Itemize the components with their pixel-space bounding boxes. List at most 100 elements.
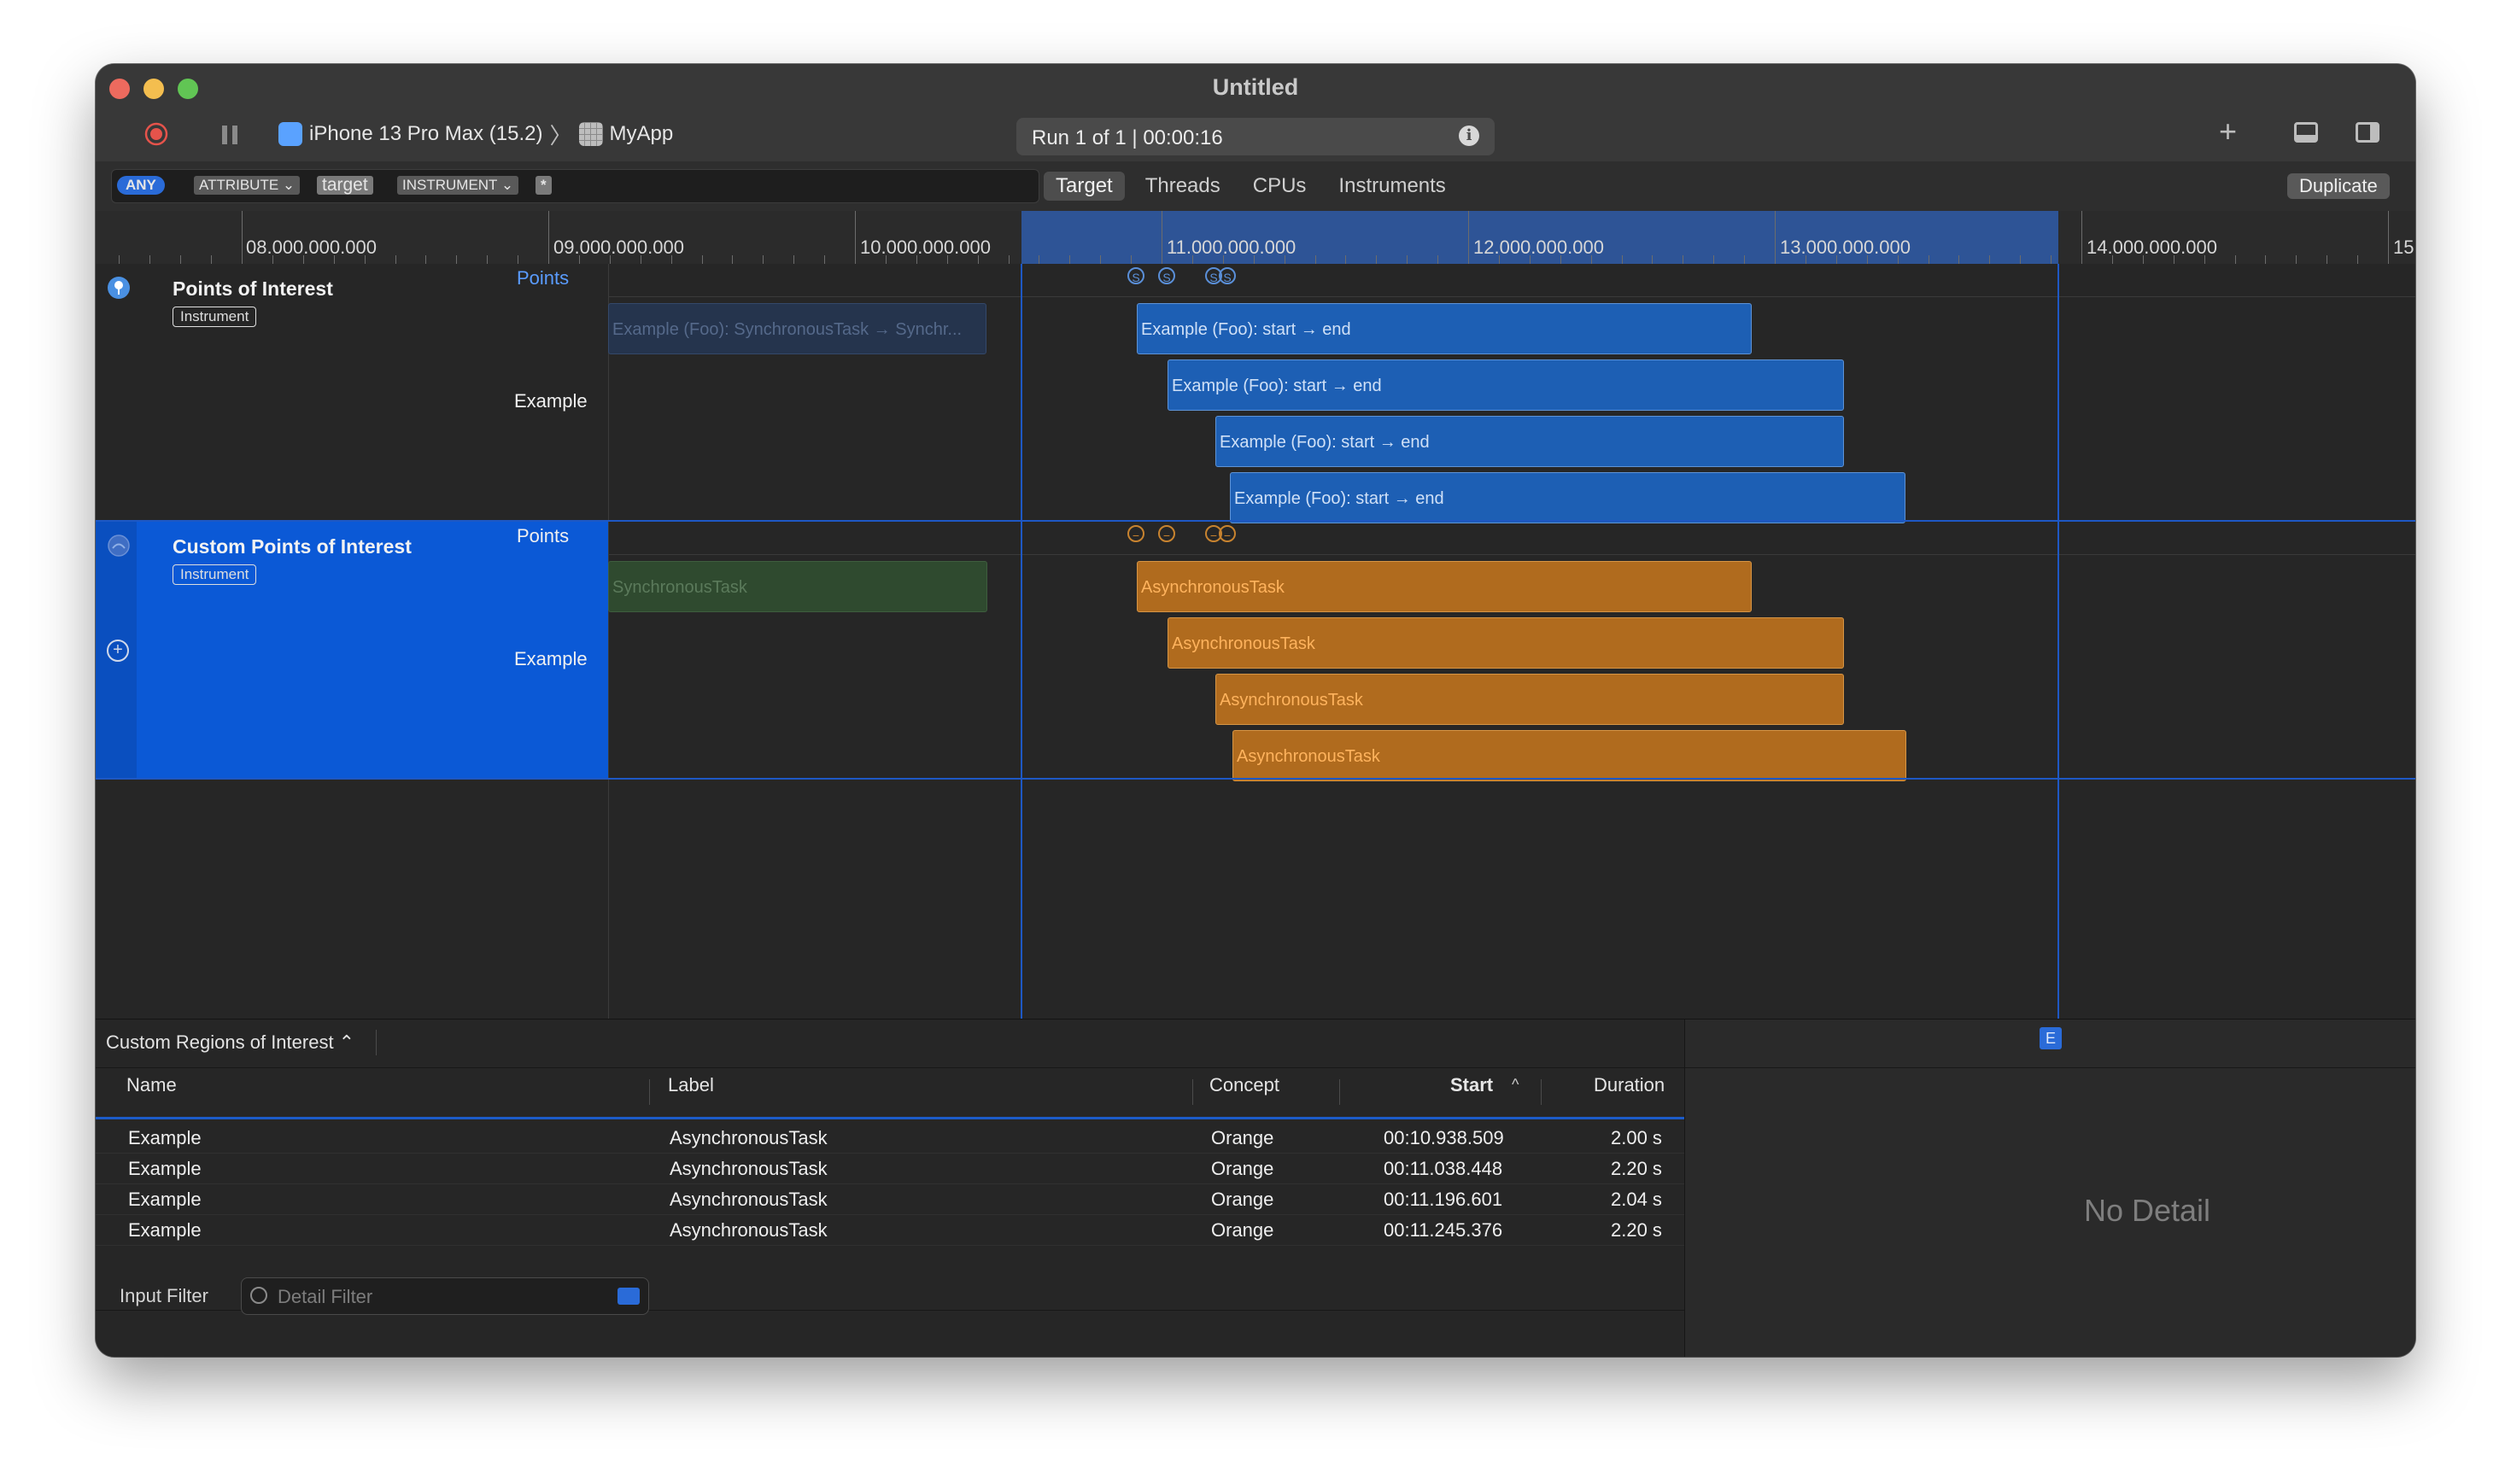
duplicate-button[interactable]: Duplicate — [2287, 173, 2390, 199]
ruler-label: 12.000.000.000 — [1473, 237, 1604, 258]
track-badge: Instrument — [173, 307, 257, 327]
signpost-end-marker[interactable]: − — [1127, 525, 1144, 542]
cell-name: Example — [128, 1219, 202, 1241]
ruler-tick — [2235, 255, 2236, 264]
interval-bar[interactable]: AsynchronousTask — [1232, 730, 1906, 781]
tracks-area: Points of Interest Instrument Points Exa… — [96, 264, 2415, 1019]
no-detail-message: No Detail — [2083, 1193, 2211, 1228]
signpost-start-marker[interactable]: S — [1219, 267, 1236, 284]
points-label: Points — [517, 267, 570, 289]
time-ruler[interactable]: 08.000.000.000 09.000.000.000 10.000.000… — [96, 211, 2415, 265]
interval-bar[interactable]: AsynchronousTask — [1168, 617, 1844, 669]
cell-duration: 2.00 s — [1611, 1127, 1662, 1148]
ruler-tick — [2357, 255, 2358, 264]
target-selector[interactable]: iPhone 13 Pro Max (15.2) 〉 MyApp — [278, 120, 674, 149]
interval-bar[interactable]: SynchronousTask — [608, 561, 987, 612]
signpost-end-marker[interactable]: − — [1158, 525, 1175, 542]
interval-bar[interactable]: Example (Foo): start → end — [1215, 416, 1844, 467]
column-header-concept[interactable]: Concept — [1209, 1074, 1279, 1096]
pause-button[interactable] — [220, 126, 239, 144]
add-instrument-icon[interactable]: + — [2219, 114, 2237, 149]
points-label: Points — [517, 525, 570, 546]
signpost-start-marker[interactable]: S — [1127, 267, 1144, 284]
filter-attribute-token[interactable]: ATTRIBUTE ⌄ — [194, 176, 301, 195]
ruler-tick — [732, 255, 733, 264]
table-row[interactable]: Example AsynchronousTask Orange 00:11.24… — [96, 1214, 1684, 1246]
table-header — [96, 1067, 1684, 1118]
column-header-duration[interactable]: Duration — [1594, 1074, 1665, 1096]
ruler-tick — [211, 255, 212, 264]
detail-filter-placeholder: Detail Filter — [278, 1286, 373, 1307]
ruler-label: 09.000.000.000 — [553, 237, 684, 258]
record-button[interactable] — [144, 122, 168, 146]
filter-target-token[interactable]: target — [317, 176, 373, 195]
selection-end-line[interactable] — [2057, 264, 2059, 1019]
filter-any-token[interactable]: ANY — [117, 176, 165, 195]
ruler-tick — [824, 255, 825, 264]
ruler-tick — [1652, 255, 1653, 264]
interval-bar[interactable]: Example (Foo): start → end — [1168, 359, 1844, 411]
ruler-tick — [395, 255, 396, 264]
app-icon — [578, 122, 603, 146]
track-title: Custom Points of Interest — [173, 535, 412, 558]
ruler-tick — [456, 255, 457, 264]
extended-detail-tab[interactable]: E — [2040, 1027, 2062, 1049]
signpost-start-marker[interactable]: S — [1158, 267, 1175, 284]
ruler-tick — [855, 211, 856, 264]
table-row[interactable]: Example AsynchronousTask Orange 00:11.19… — [96, 1183, 1684, 1215]
interval-bar[interactable]: Example (Foo): start → end — [1230, 472, 1905, 523]
track-title: Points of Interest — [173, 278, 333, 300]
selection-start-line[interactable] — [1021, 264, 1022, 1019]
title-bar: Untitled iPhone 13 Pro Max (15.2) 〉 MyAp… — [96, 64, 2415, 161]
cell-concept: Orange — [1211, 1158, 1274, 1179]
ruler-tick — [1468, 211, 1469, 264]
column-header-name[interactable]: Name — [126, 1074, 177, 1096]
region-picker[interactable]: Custom Regions of Interest ⌃ — [106, 1031, 354, 1054]
interval-bar[interactable]: Example (Foo): SynchronousTask → Synchr.… — [608, 303, 986, 354]
filter-wildcard-token[interactable]: * — [536, 176, 552, 195]
interval-bar[interactable]: Example (Foo): start → end — [1137, 303, 1752, 354]
ruler-tick — [2020, 255, 2021, 264]
cell-duration: 2.20 s — [1611, 1219, 1662, 1241]
ruler-label: 11.000.000.000 — [1167, 237, 1296, 258]
detail-filter-field[interactable]: Detail Filter — [241, 1277, 649, 1315]
track-filter-field[interactable]: ANY ATTRIBUTE ⌄ target INSTRUMENT ⌄ * — [111, 169, 1039, 203]
ruler-label: 10.000.000.000 — [860, 237, 991, 258]
interval-bar[interactable]: AsynchronousTask — [1215, 674, 1844, 725]
info-icon[interactable]: i — [1459, 126, 1479, 146]
ruler-tick — [180, 255, 181, 264]
instrument-icon — [108, 535, 130, 557]
tab-target[interactable]: Target — [1044, 172, 1125, 201]
run-status[interactable]: Run 1 of 1 | 00:00:16 i — [1016, 118, 1495, 155]
bottom-pane-toggle-icon[interactable] — [2294, 122, 2318, 143]
ruler-tick — [763, 255, 764, 264]
cell-start: 00:11.245.376 — [1384, 1219, 1503, 1241]
column-header-start[interactable]: Start — [1450, 1074, 1493, 1096]
cell-name: Example — [128, 1158, 202, 1179]
ruler-tick — [2051, 255, 2052, 264]
table-row[interactable]: Example AsynchronousTask Orange 00:11.03… — [96, 1153, 1684, 1184]
tab-threads[interactable]: Threads — [1133, 172, 1232, 201]
signpost-end-marker[interactable]: − — [1219, 525, 1236, 542]
sort-ascending-icon: ^ — [1512, 1076, 1519, 1093]
table-row[interactable]: Example AsynchronousTask Orange 00:10.93… — [96, 1122, 1684, 1154]
filter-instrument-token[interactable]: INSTRUMENT ⌄ — [397, 176, 519, 195]
add-lane-icon[interactable]: + — [107, 640, 129, 662]
track-badge: Instrument — [173, 564, 257, 585]
inspector-toggle-icon[interactable] — [2356, 122, 2379, 143]
cell-label: AsynchronousTask — [670, 1219, 828, 1241]
interval-bar[interactable]: AsynchronousTask — [1137, 561, 1752, 612]
ruler-label: 14.000.000.000 — [2087, 237, 2217, 258]
ruler-tick — [793, 255, 794, 264]
ruler-tick — [1131, 255, 1132, 264]
cell-start: 00:11.196.601 — [1384, 1189, 1503, 1210]
ruler-tick — [548, 211, 549, 264]
app-name: MyApp — [609, 122, 674, 145]
filter-toggle-icon[interactable] — [618, 1288, 640, 1305]
ruler-tick — [1407, 255, 1408, 264]
tab-instruments[interactable]: Instruments — [1326, 172, 1457, 201]
tab-cpus[interactable]: CPUs — [1241, 172, 1319, 201]
cell-start: 00:10.938.509 — [1384, 1127, 1504, 1148]
column-header-label[interactable]: Label — [668, 1074, 714, 1096]
ruler-tick — [1622, 255, 1623, 264]
